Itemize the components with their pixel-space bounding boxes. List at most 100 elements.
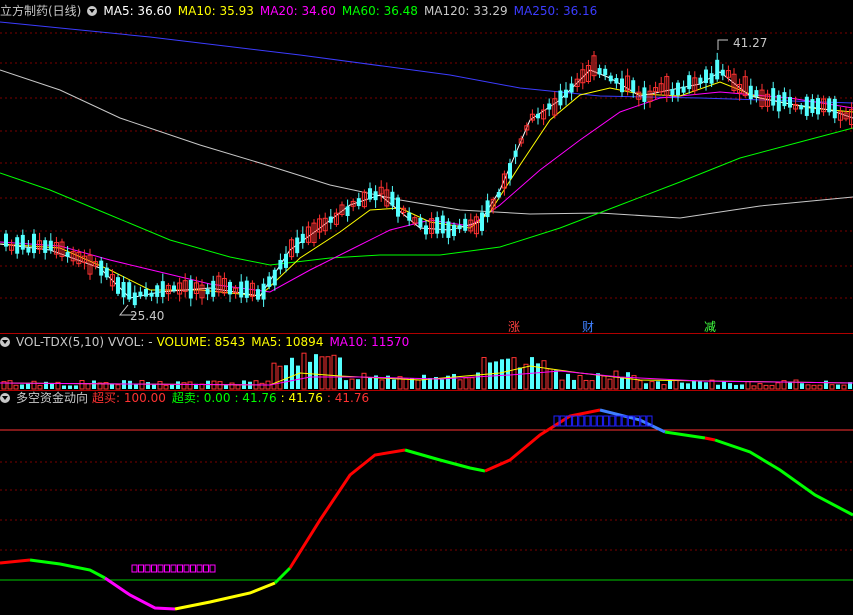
volume-bar [673,379,679,390]
volume-bar [271,362,277,390]
candle-body [620,78,624,93]
candle-body [547,103,552,110]
volume-bar [50,384,54,389]
candle-body [65,252,70,257]
capital-flow-line [104,576,176,611]
volume-bar [338,357,342,389]
candle-body [558,90,563,106]
candlestick-chart[interactable] [0,0,853,333]
capital-flow-line [273,566,292,585]
capital-flow-chart[interactable] [0,390,853,615]
candle-body [681,86,686,93]
candle-body [698,77,703,84]
candle-body [440,215,445,234]
volume-bar [661,384,667,390]
volume-bar [523,363,529,390]
dropdown-icon[interactable] [0,337,10,347]
volume-bar [722,381,726,389]
candle-body [776,94,781,112]
volume-bar [613,370,619,390]
oversold-box [209,564,216,573]
oversold-box [203,564,209,573]
capital-flow-line [714,438,853,517]
candle-body [810,99,815,113]
volume-bar [620,377,624,389]
volume-bar [31,380,37,390]
candle-body [32,233,36,254]
candle-body [827,98,832,113]
volume-bar [349,378,355,390]
candle-body [121,281,126,298]
volume-bar [769,384,775,390]
volume-bar [344,380,348,389]
volume-bar [157,381,163,390]
oversold-box [196,564,203,573]
volume-bar [518,367,522,389]
price-chart-pane[interactable]: 立方制药(日线) MA5: 36.60 MA10: 35.93 MA20: 34.60… [0,0,853,334]
volume-bar [554,370,558,389]
volume-bar [506,358,510,389]
candle-body [132,292,137,306]
overbought-box [609,415,616,427]
volume-bar [68,385,72,389]
dropdown-icon[interactable] [87,6,98,16]
candle-body [754,90,759,97]
volume-pane[interactable]: VOL-TDX(5,10) VVOL: - VOLUME: 8543 MA5: 108… [0,333,853,390]
volume-bar [277,365,283,390]
volume-bar [559,379,565,390]
overbought-box [584,415,591,427]
candle-body [155,285,160,297]
volume-bar [314,354,318,389]
candle-body [704,69,708,84]
vol-ma5-label: MA5: 10894 [251,335,324,349]
volume-bar [740,384,744,389]
candle-body [485,200,490,218]
candle-body [715,59,720,80]
volume-bar [415,379,421,390]
capital-flow-line [0,558,31,565]
indicator-value-3: : 41.76 [326,391,370,405]
volume-bar [793,379,799,390]
candle-body [508,163,512,179]
volume-bar [163,384,169,390]
candle-body [631,80,636,92]
candle-body [228,281,232,295]
candle-body [564,89,568,98]
candle-body [256,289,260,300]
candle-body [603,68,608,76]
volume-bar [601,375,607,390]
candle-body [188,280,193,299]
candle-body [676,82,680,96]
overbought-box [578,415,585,427]
candle-body [261,283,266,300]
volume-bar [500,359,504,389]
volume-bar [805,384,811,390]
indicator-pane[interactable]: 多空资金动向 超买: 100.00 超卖: 0.00: 41.76: 41.76: … [0,390,853,615]
indicator-header: 多空资金动向 超买: 100.00 超卖: 0.00: 41.76: 41.76: … [0,390,375,406]
candle-body [446,221,451,238]
volume-bar [356,379,360,389]
candle-body [748,85,753,100]
indicator-title: 多空资金动向 [16,391,89,405]
ma5-label: MA5: 36.60 [103,4,172,18]
capital-flow-line [174,581,276,611]
oversold-box [157,564,164,573]
volume-bar [319,356,325,390]
volume-bar [734,384,738,389]
candle-body [536,113,540,119]
oversold-box [190,564,196,573]
capital-flow-line [404,448,486,473]
candle-body [4,233,8,247]
volume-bar [26,383,30,389]
dropdown-icon[interactable] [0,393,10,403]
volume-bar [452,373,456,389]
candle-body [670,89,675,96]
volume-bar [368,377,372,389]
volume-bar [668,380,672,389]
volume-bar [811,384,817,390]
candle-body [205,289,210,295]
volume-bar [7,380,13,390]
oversold-label: 超卖: 0.00 [171,391,231,405]
capital-flow-line [484,408,601,473]
volume-bar [692,380,696,389]
